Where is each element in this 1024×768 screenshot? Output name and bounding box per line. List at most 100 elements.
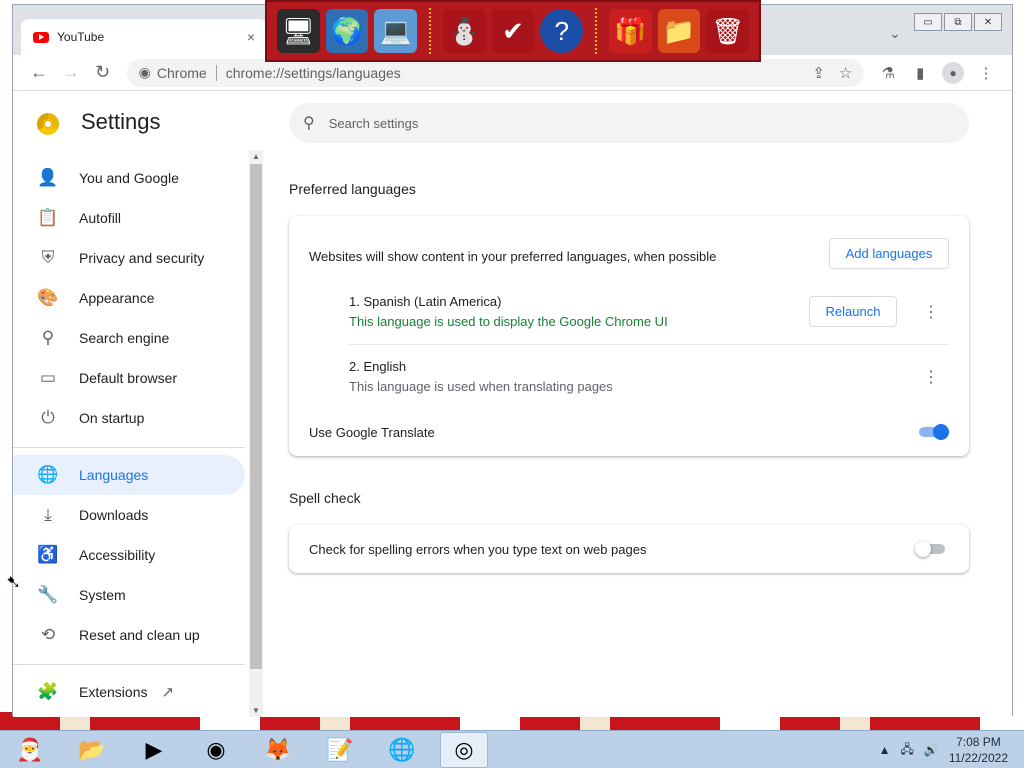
language-more-icon[interactable]: ⋮ <box>921 302 941 322</box>
tab-close-icon[interactable]: × <box>247 29 255 45</box>
download-manager-icon[interactable]: 🌐 <box>378 732 426 768</box>
sidebar-item-extensions[interactable]: 🧩 Extensions ↗ <box>13 672 245 712</box>
sidebar-item-default-browser[interactable]: ▭ Default browser <box>13 358 245 398</box>
sidebar-divider <box>13 664 245 665</box>
preferred-languages-card: Websites will show content in your prefe… <box>289 216 969 456</box>
search-icon: ⚲ <box>303 115 315 132</box>
globe-icon: 🌐 <box>37 465 59 484</box>
omnibox[interactable]: ◉ Chrome chrome://settings/languages ⇪ ☆ <box>126 58 865 87</box>
side-panel-icon[interactable]: ▮ <box>904 64 936 82</box>
gift-icon[interactable]: 🎁 <box>609 9 652 53</box>
start-button[interactable]: 🎅 <box>6 732 54 768</box>
quick-launch-toolbar: 🖥 🌍 💻 ⛄ ✔ ? 🎁 📁 🗑 <box>265 0 761 62</box>
firefox-icon[interactable]: 🦊 <box>254 732 302 768</box>
sidebar-item-label: Accessibility <box>79 547 156 563</box>
search-settings-input[interactable]: ⚲ Search settings <box>289 103 969 143</box>
omnibox-site-label: Chrome <box>157 64 217 81</box>
puzzle-icon: 🧩 <box>37 682 59 701</box>
reload-icon[interactable]: ↻ <box>87 62 119 83</box>
accessibility-icon: ♿ <box>37 545 59 564</box>
person-icon: 👤 <box>37 168 59 187</box>
shield-icon: ⛨ <box>41 248 55 267</box>
relaunch-button[interactable]: Relaunch <box>809 296 897 327</box>
sidebar-item-label: Appearance <box>79 290 155 306</box>
sidebar-item-autofill[interactable]: 📋 Autofill <box>13 198 245 238</box>
volume-icon[interactable]: 🔊 <box>924 743 939 757</box>
tray-expand-icon[interactable]: ▲ <box>879 743 891 757</box>
separator <box>595 8 598 54</box>
add-languages-button[interactable]: Add languages <box>829 238 949 269</box>
system-tray: ▲ 🖧 🔊 7:08 PM 11/22/2022 <box>879 731 1008 768</box>
page-title: Settings <box>81 109 161 134</box>
sidebar-item-label: Extensions <box>79 684 148 700</box>
notepad-icon[interactable]: 📝 <box>316 732 364 768</box>
back-arrow-icon[interactable]: ← <box>23 62 55 83</box>
scrollbar-thumb[interactable] <box>250 164 262 669</box>
browser-icon: ▭ <box>39 368 57 387</box>
forward-arrow-icon[interactable]: → <box>55 62 87 83</box>
sidebar-item-downloads[interactable]: ⤓ Downloads <box>13 495 245 535</box>
chrome-window: YouTube × ⌄ ▭ ⧉ ✕ ← → ↻ ◉ Chrome chrome:… <box>12 4 1013 717</box>
file-manager-icon[interactable]: 📂 <box>68 732 116 768</box>
bookmark-star-icon[interactable]: ☆ <box>839 64 852 82</box>
media-player-icon[interactable]: ▶ <box>130 732 178 768</box>
history-icon: ⟲ <box>40 625 56 644</box>
snowman-icon[interactable]: ⛄ <box>443 9 486 53</box>
sidebar-item-search-engine[interactable]: ⚲ Search engine <box>13 318 245 358</box>
minimize-button[interactable]: ▭ <box>914 13 942 31</box>
share-icon[interactable]: ⇪ <box>812 64 825 82</box>
sidebar-scrollbar[interactable]: ▲ ▼ <box>249 150 263 717</box>
sidebar-item-label: Autofill <box>79 210 122 226</box>
sidebar-item-label: You and Google <box>79 170 179 186</box>
menu-kebab-icon[interactable]: ⋮ <box>970 64 1002 82</box>
language-name: 2. English <box>349 359 407 374</box>
scroll-up-icon[interactable]: ▲ <box>252 152 260 161</box>
search-icon: ⚲ <box>41 328 55 347</box>
sidebar-item-reset[interactable]: ⟲ Reset and clean up <box>13 615 245 655</box>
spell-check-toggle[interactable] <box>915 539 947 559</box>
preferred-languages-heading: Preferred languages <box>289 181 416 197</box>
sidebar-item-system[interactable]: 🔧 System <box>13 575 245 615</box>
spell-check-card: Check for spelling errors when you type … <box>289 525 969 573</box>
language-note: This language is used to display the Goo… <box>349 314 668 329</box>
help-icon[interactable]: ? <box>540 9 584 53</box>
scroll-down-icon[interactable]: ▼ <box>252 706 260 715</box>
sidebar-item-you-and-google[interactable]: 👤 You and Google <box>13 158 245 198</box>
clock[interactable]: 7:08 PM 11/22/2022 <box>949 734 1008 766</box>
google-translate-label: Use Google Translate <box>309 425 435 440</box>
divider <box>349 344 949 345</box>
omnibox-url: chrome://settings/languages <box>225 64 401 81</box>
sidebar-item-privacy[interactable]: ⛨ Privacy and security <box>13 238 245 278</box>
sidebar-item-label: Search engine <box>79 330 170 346</box>
chrome-taskbar-icon[interactable]: ◉ <box>192 732 240 768</box>
network-icon[interactable]: 🖧 <box>900 740 913 761</box>
windows-update-icon[interactable]: ✔ <box>491 9 535 53</box>
sidebar-item-accessibility[interactable]: ♿ Accessibility <box>13 535 245 575</box>
globe-icon[interactable]: 🌍 <box>325 9 369 53</box>
language-note: This language is used when translating p… <box>349 379 613 394</box>
tab-title: YouTube <box>57 30 105 44</box>
sidebar-item-appearance[interactable]: 🎨 Appearance <box>13 278 245 318</box>
power-icon: ⏻ <box>41 408 55 427</box>
tab-youtube[interactable]: YouTube × <box>21 19 267 55</box>
taskbar: 🎅 📂 ▶ ◉ 🦊 📝 🌐 ◎ ▲ 🖧 🔊 7:08 PM 11/22/2022 <box>0 730 1024 768</box>
google-translate-toggle[interactable] <box>917 422 949 442</box>
profile-avatar-icon[interactable]: ● <box>942 61 965 84</box>
sidebar-item-on-startup[interactable]: ⏻ On startup <box>13 398 245 438</box>
open-external-icon: ↗ <box>161 684 175 701</box>
settings-page: Settings ⚲ Search settings 👤 You and Goo… <box>13 92 1012 717</box>
network-computer-icon[interactable]: 💻 <box>374 9 418 53</box>
clock-date: 11/22/2022 <box>948 751 1008 765</box>
folder-icon[interactable]: 📁 <box>657 9 701 53</box>
tab-search-chevron-icon[interactable]: ⌄ <box>889 25 901 42</box>
sidebar-item-label: On startup <box>79 410 145 426</box>
santa-computer-icon[interactable]: 🖥 <box>277 9 320 53</box>
close-window-button[interactable]: ✕ <box>974 13 1002 31</box>
chrome-beta-taskbar-icon[interactable]: ◎ <box>440 731 488 768</box>
sidebar-item-languages[interactable]: 🌐 Languages <box>13 455 245 495</box>
chrome-logo-icon <box>37 113 59 135</box>
language-more-icon[interactable]: ⋮ <box>921 367 941 387</box>
labs-flask-icon[interactable]: ⚗ <box>872 64 904 82</box>
recycle-bin-icon[interactable]: 🗑 <box>706 9 750 53</box>
restore-button[interactable]: ⧉ <box>944 13 972 31</box>
